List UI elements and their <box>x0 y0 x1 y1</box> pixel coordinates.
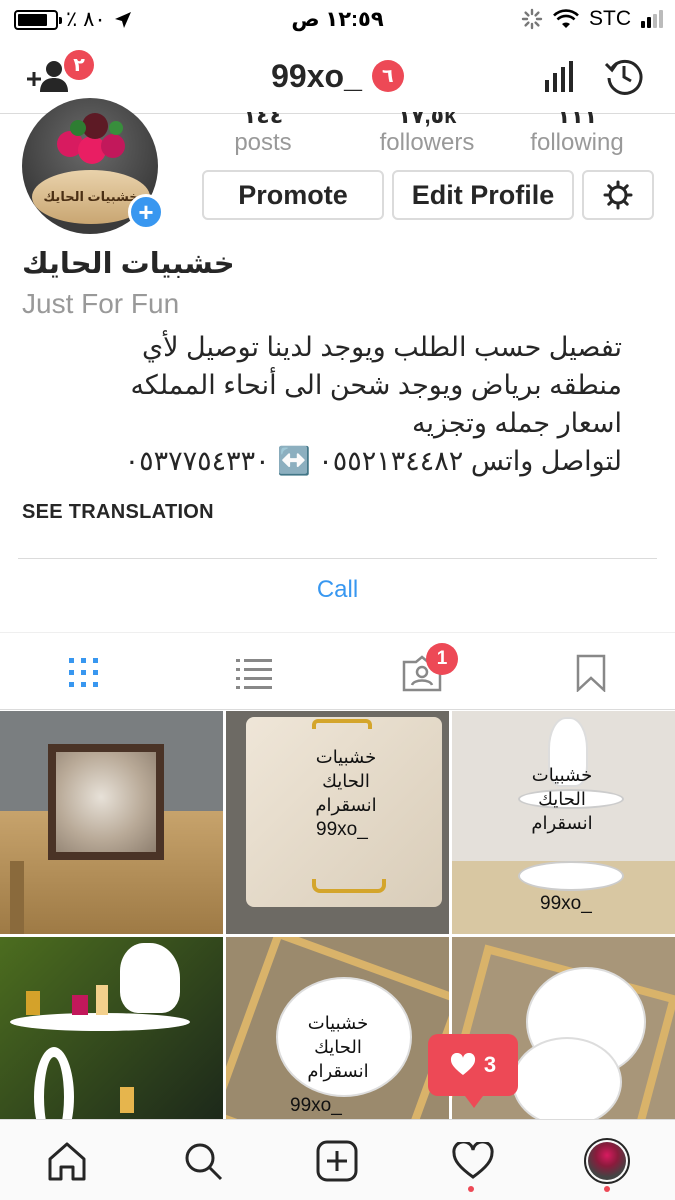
post-watermark: خشبيات الحايك انسقرام <box>531 765 593 833</box>
add-story-button[interactable]: + <box>128 194 164 230</box>
bio-line: اسعار جمله وتجزيه <box>411 408 622 438</box>
post-thumbnail[interactable]: خشبيات الحايك انسقرام 99xo_ <box>226 711 449 934</box>
stat-posts[interactable]: ١٤٤ posts <box>188 112 338 160</box>
following-count: ١١١ <box>556 112 598 128</box>
heart-outline-icon <box>452 1142 494 1179</box>
add-post-icon <box>316 1140 358 1182</box>
username-badge: ٦ <box>371 60 404 92</box>
signal-icon <box>641 10 663 28</box>
insights-button[interactable] <box>536 54 584 98</box>
stat-following[interactable]: ١١١ following <box>502 112 652 160</box>
tray-handle <box>312 879 386 893</box>
tab-saved[interactable] <box>569 651 613 695</box>
post-thumbnail[interactable] <box>0 711 223 934</box>
bio-line: منطقه برياض ويوجد شحن الى أنحاء المملكه <box>130 370 622 400</box>
posts-label: posts <box>234 129 292 156</box>
flowers-image <box>57 113 125 164</box>
nav-profile[interactable] <box>584 1138 630 1184</box>
grid-icon <box>69 658 98 687</box>
nav-activity[interactable] <box>450 1138 496 1184</box>
list-icon <box>236 659 272 689</box>
search-icon <box>185 1143 223 1181</box>
settings-button[interactable] <box>582 170 654 220</box>
posts-count: ١٤٤ <box>242 112 284 128</box>
carrier-name: STC <box>589 7 631 30</box>
loading-spinner-icon <box>521 8 543 30</box>
promote-button[interactable]: Promote <box>202 170 384 220</box>
activity-indicator <box>468 1186 474 1192</box>
tab-grid[interactable] <box>62 651 106 695</box>
gear-icon <box>603 180 633 210</box>
edit-profile-button[interactable]: Edit Profile <box>392 170 574 220</box>
profile-bio: تفصيل حسب الطلب ويوجد لدينا توصيل لأي من… <box>22 328 622 480</box>
nav-new-post[interactable] <box>314 1138 360 1184</box>
post-watermark: خشبيات الحايك انسقرام <box>315 747 377 815</box>
nav-home[interactable] <box>44 1138 90 1184</box>
profile-tabs: 1 <box>0 632 675 710</box>
nav-search[interactable] <box>180 1138 226 1184</box>
wifi-icon <box>553 9 579 28</box>
username-title: 99xo_ <box>271 57 362 94</box>
bottom-nav <box>0 1119 675 1200</box>
call-button[interactable]: Call <box>0 576 675 604</box>
followers-count: ١٧,٥k <box>397 112 457 128</box>
profile-avatar-small <box>584 1138 630 1184</box>
photo-frame <box>48 744 164 860</box>
stat-followers[interactable]: ١٧,٥k followers <box>352 112 502 160</box>
see-translation-link[interactable]: SEE TRANSLATION <box>22 501 214 524</box>
tagged-badge: 1 <box>426 643 458 675</box>
posts-grid: خشبيات الحايك انسقرام 99xo_ خشبيات الحاي… <box>0 711 675 1160</box>
post-watermark-en: 99xo_ <box>316 819 368 840</box>
bookmark-icon <box>576 654 606 692</box>
divider <box>18 558 657 559</box>
post-watermark: خشبيات الحايك انسقرام <box>307 1013 369 1081</box>
status-bar: ٪ ٨٠ ١٢:٥٩ ص STC <box>0 0 675 40</box>
tab-tagged[interactable]: 1 <box>400 643 458 695</box>
bio-line: تفصيل حسب الطلب ويوجد لدينا توصيل لأي <box>142 332 622 362</box>
tray-handle <box>312 719 372 729</box>
likes-count: 3 <box>483 1052 497 1077</box>
status-right: STC <box>521 7 663 31</box>
post-thumbnail[interactable]: خشبيات الحايك انسقرام 99xo_ <box>452 711 675 934</box>
profile-category: Just For Fun <box>22 288 180 319</box>
bio-line: لتواصل واتس ٠٥٥٢١٣٤٤٨٢ ↔️ ٠٥٣٧٧٥٤٣٣٠ <box>124 446 622 476</box>
tab-list[interactable] <box>232 651 276 695</box>
heart-icon <box>450 1053 475 1075</box>
home-icon <box>48 1142 86 1181</box>
profile-name: خشبيات الحايك <box>22 248 235 280</box>
followers-label: followers <box>379 129 475 156</box>
following-label: following <box>530 129 624 156</box>
profile-indicator <box>604 1186 610 1192</box>
activity-popup[interactable]: 3 <box>428 1034 518 1108</box>
bar-chart-icon <box>545 61 573 92</box>
history-icon <box>604 59 643 95</box>
archive-button[interactable] <box>600 54 648 98</box>
post-watermark-en: 99xo_ <box>540 893 592 914</box>
post-watermark-en: 99xo_ <box>290 1095 342 1116</box>
